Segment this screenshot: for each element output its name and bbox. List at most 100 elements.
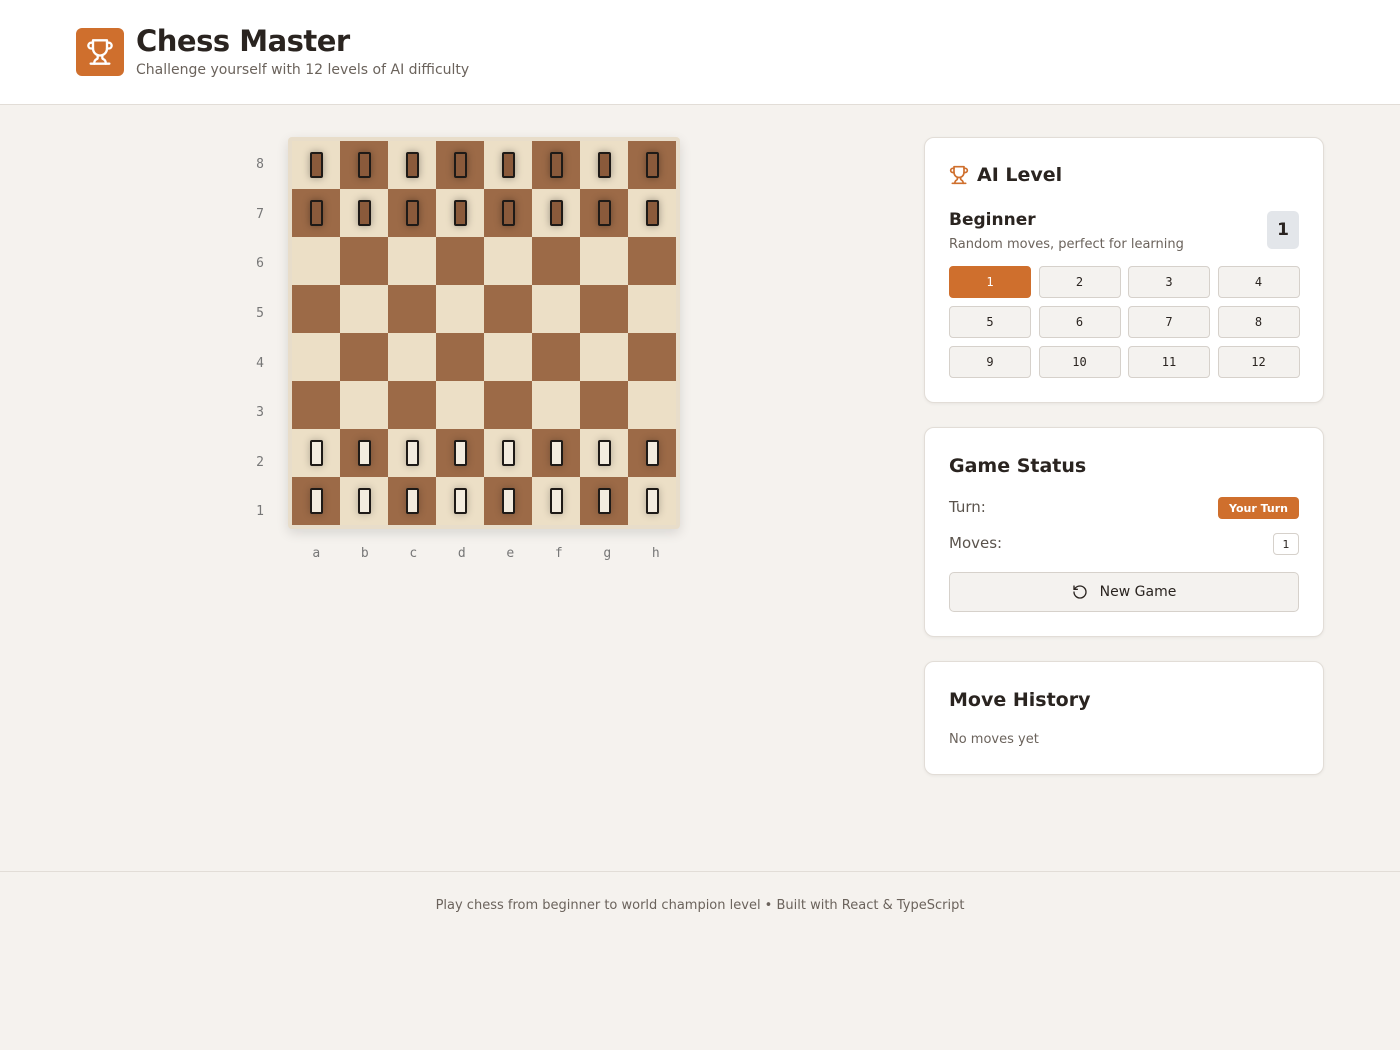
black-piece-glyph[interactable] <box>405 200 419 226</box>
black-piece-glyph[interactable] <box>309 200 323 226</box>
square-b6[interactable] <box>340 237 388 285</box>
white-piece-glyph[interactable] <box>501 440 515 466</box>
square-g6[interactable] <box>580 237 628 285</box>
square-a2[interactable] <box>292 429 340 477</box>
white-piece-glyph[interactable] <box>453 440 467 466</box>
square-d1[interactable] <box>436 477 484 525</box>
square-e6[interactable] <box>484 237 532 285</box>
square-f3[interactable] <box>532 381 580 429</box>
square-a8[interactable] <box>292 141 340 189</box>
new-game-button[interactable]: New Game <box>949 572 1299 612</box>
square-d2[interactable] <box>436 429 484 477</box>
square-g7[interactable] <box>580 189 628 237</box>
level-button-3[interactable]: 3 <box>1128 266 1210 298</box>
white-piece-glyph[interactable] <box>453 488 467 514</box>
square-h2[interactable] <box>628 429 676 477</box>
white-piece-glyph[interactable] <box>405 440 419 466</box>
square-c2[interactable] <box>388 429 436 477</box>
square-g1[interactable] <box>580 477 628 525</box>
white-piece-glyph[interactable] <box>501 488 515 514</box>
square-c4[interactable] <box>388 333 436 381</box>
square-a1[interactable] <box>292 477 340 525</box>
square-d7[interactable] <box>436 189 484 237</box>
black-piece-glyph[interactable] <box>645 152 659 178</box>
square-b4[interactable] <box>340 333 388 381</box>
square-e2[interactable] <box>484 429 532 477</box>
square-c7[interactable] <box>388 189 436 237</box>
square-a4[interactable] <box>292 333 340 381</box>
square-a7[interactable] <box>292 189 340 237</box>
square-f4[interactable] <box>532 333 580 381</box>
square-h4[interactable] <box>628 333 676 381</box>
square-e8[interactable] <box>484 141 532 189</box>
square-f1[interactable] <box>532 477 580 525</box>
square-a6[interactable] <box>292 237 340 285</box>
square-e4[interactable] <box>484 333 532 381</box>
square-f6[interactable] <box>532 237 580 285</box>
square-c6[interactable] <box>388 237 436 285</box>
black-piece-glyph[interactable] <box>357 200 371 226</box>
square-a5[interactable] <box>292 285 340 333</box>
black-piece-glyph[interactable] <box>453 200 467 226</box>
level-button-6[interactable]: 6 <box>1038 306 1121 338</box>
square-h5[interactable] <box>628 285 676 333</box>
square-c8[interactable] <box>388 141 436 189</box>
level-button-12[interactable]: 12 <box>1217 346 1300 378</box>
square-h8[interactable] <box>628 141 676 189</box>
level-button-7[interactable]: 7 <box>1128 306 1210 338</box>
level-button-2[interactable]: 2 <box>1038 266 1121 298</box>
square-b7[interactable] <box>340 189 388 237</box>
level-button-11[interactable]: 11 <box>1128 346 1210 378</box>
black-piece-glyph[interactable] <box>549 152 563 178</box>
white-piece-glyph[interactable] <box>645 488 659 514</box>
square-d4[interactable] <box>436 333 484 381</box>
white-piece-glyph[interactable] <box>357 440 371 466</box>
square-c3[interactable] <box>388 381 436 429</box>
chess-board[interactable] <box>292 141 676 525</box>
square-d8[interactable] <box>436 141 484 189</box>
square-g2[interactable] <box>580 429 628 477</box>
square-g3[interactable] <box>580 381 628 429</box>
square-h1[interactable] <box>628 477 676 525</box>
square-h6[interactable] <box>628 237 676 285</box>
white-piece-glyph[interactable] <box>405 488 419 514</box>
square-h3[interactable] <box>628 381 676 429</box>
white-piece-glyph[interactable] <box>357 488 371 514</box>
square-h7[interactable] <box>628 189 676 237</box>
black-piece-glyph[interactable] <box>309 152 323 178</box>
black-piece-glyph[interactable] <box>357 152 371 178</box>
square-b1[interactable] <box>340 477 388 525</box>
level-button-9[interactable]: 9 <box>949 346 1031 378</box>
square-c1[interactable] <box>388 477 436 525</box>
square-f7[interactable] <box>532 189 580 237</box>
white-piece-glyph[interactable] <box>309 440 323 466</box>
black-piece-glyph[interactable] <box>645 200 659 226</box>
white-piece-glyph[interactable] <box>309 488 323 514</box>
black-piece-glyph[interactable] <box>501 152 515 178</box>
black-piece-glyph[interactable] <box>549 200 563 226</box>
square-b8[interactable] <box>340 141 388 189</box>
white-piece-glyph[interactable] <box>597 488 611 514</box>
square-g8[interactable] <box>580 141 628 189</box>
level-button-1[interactable]: 1 <box>949 266 1031 298</box>
white-piece-glyph[interactable] <box>549 488 563 514</box>
black-piece-glyph[interactable] <box>453 152 467 178</box>
square-c5[interactable] <box>388 285 436 333</box>
square-d5[interactable] <box>436 285 484 333</box>
black-piece-glyph[interactable] <box>597 200 611 226</box>
square-e7[interactable] <box>484 189 532 237</box>
square-f5[interactable] <box>532 285 580 333</box>
white-piece-glyph[interactable] <box>645 440 659 466</box>
white-piece-glyph[interactable] <box>549 440 563 466</box>
square-g4[interactable] <box>580 333 628 381</box>
level-button-8[interactable]: 8 <box>1217 306 1300 338</box>
square-g5[interactable] <box>580 285 628 333</box>
square-a3[interactable] <box>292 381 340 429</box>
black-piece-glyph[interactable] <box>405 152 419 178</box>
level-button-4[interactable]: 4 <box>1217 266 1300 298</box>
black-piece-glyph[interactable] <box>501 200 515 226</box>
square-d3[interactable] <box>436 381 484 429</box>
square-b3[interactable] <box>340 381 388 429</box>
level-button-10[interactable]: 10 <box>1038 346 1121 378</box>
square-b5[interactable] <box>340 285 388 333</box>
